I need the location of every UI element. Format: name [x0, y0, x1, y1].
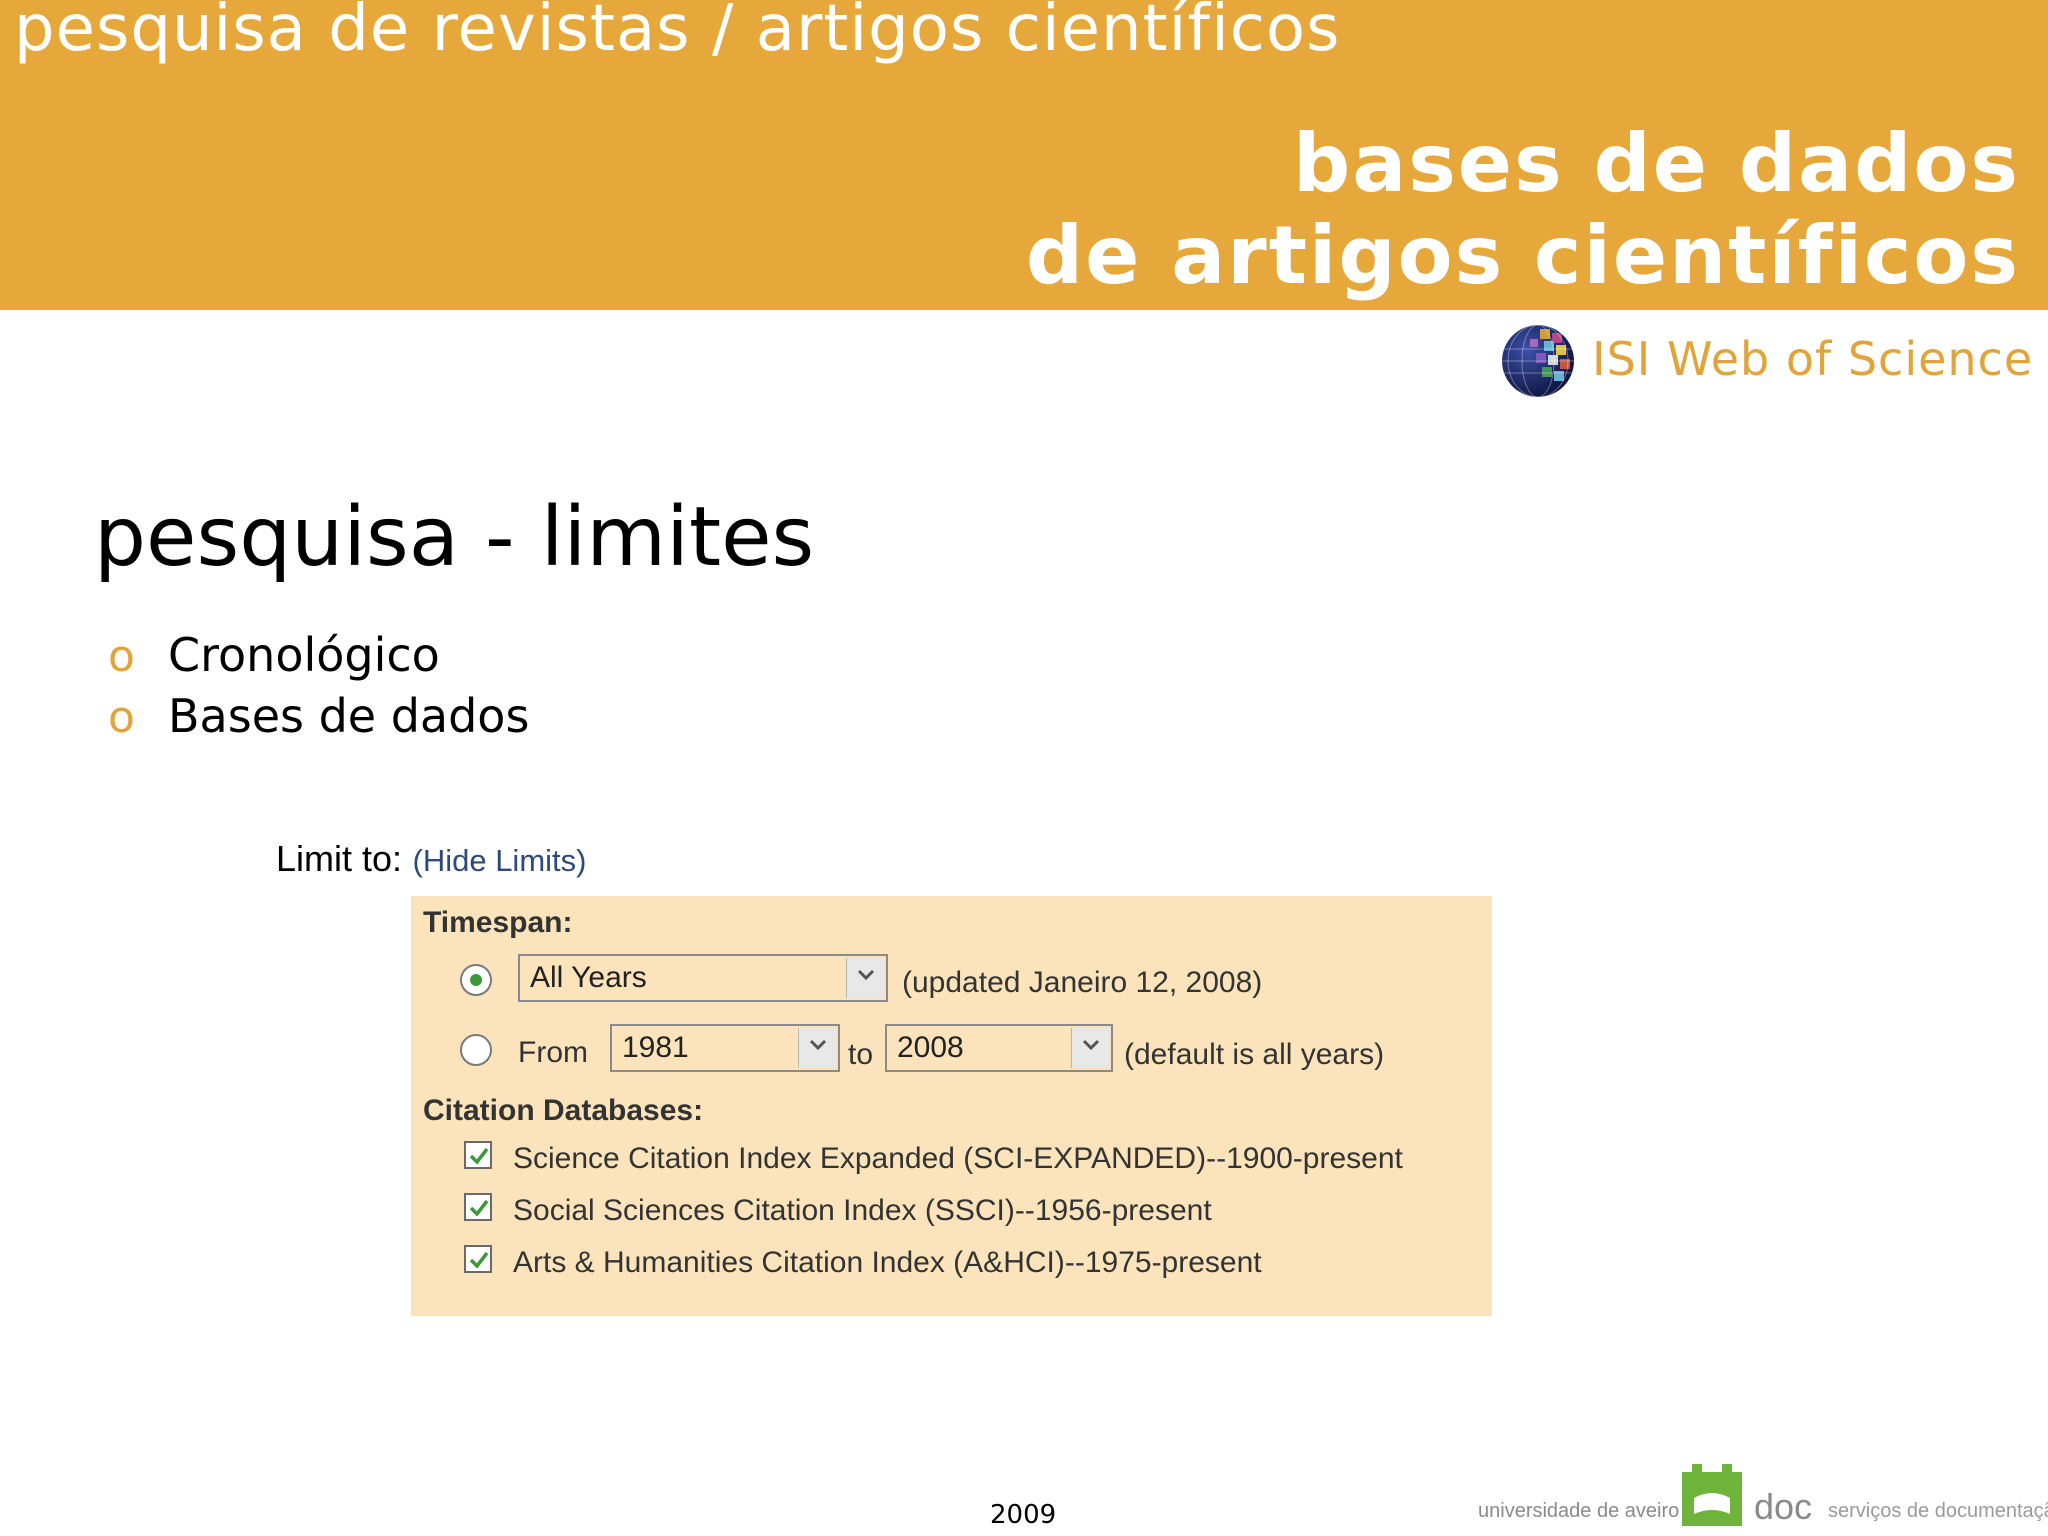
bullet-text: Bases de dados — [168, 689, 530, 743]
default-note: (default is all years) — [1124, 1038, 1385, 1071]
isi-brand-name: ISI Web of Science — [1592, 332, 2034, 386]
limit-to-label: Limit to: — [276, 838, 403, 879]
chevron-down-icon — [1071, 1028, 1109, 1068]
to-year-select[interactable]: 2008 — [885, 1024, 1113, 1072]
list-item: o Cronológico — [108, 628, 529, 689]
footer-year: 2009 — [990, 1500, 1057, 1530]
sci-expanded-checkbox[interactable] — [464, 1141, 492, 1169]
header-band: pesquisa de revistas / artigos científic… — [0, 0, 2048, 310]
year-range-radio[interactable] — [460, 1034, 492, 1066]
updated-note: (updated Janeiro 12, 2008) — [902, 966, 1263, 999]
footer-university: universidade de aveiro — [1478, 1500, 1680, 1522]
footer-doc: doc — [1754, 1486, 1813, 1527]
header-main-line2: de artigos científicos — [1025, 209, 2020, 302]
hide-limits-link[interactable]: (Hide Limits) — [413, 843, 587, 878]
to-label: to — [848, 1038, 874, 1071]
to-year-value: 2008 — [897, 1031, 964, 1064]
ahci-label: Arts & Humanities Citation Index (A&HCI)… — [513, 1246, 1262, 1279]
bullet-mark: o — [108, 692, 135, 743]
list-item: o Bases de dados — [108, 689, 529, 750]
sci-expanded-label: Science Citation Index Expanded (SCI-EXP… — [513, 1142, 1403, 1175]
header-main-line1: bases de dados — [1292, 117, 2020, 210]
header-top-title: pesquisa de revistas / artigos científic… — [14, 0, 1341, 66]
radio-selected-dot — [470, 974, 482, 986]
all-years-value: All Years — [530, 961, 647, 994]
chevron-down-icon — [846, 958, 884, 998]
globe-grid-icon — [1500, 323, 1576, 399]
header-main-title: bases de dados de artigos científicos — [1026, 118, 2020, 302]
all-years-radio[interactable] — [460, 964, 492, 996]
timespan-heading: Timespan: — [423, 906, 573, 939]
from-label: From — [518, 1036, 588, 1069]
bullet-text: Cronológico — [168, 628, 440, 682]
footer-services: serviços de documentação — [1828, 1500, 2048, 1522]
ahci-checkbox[interactable] — [464, 1245, 492, 1273]
all-years-select[interactable]: All Years — [518, 954, 888, 1002]
limit-to-row: Limit to: (Hide Limits) — [276, 838, 586, 880]
ssci-label: Social Sciences Citation Index (SSCI)--1… — [513, 1194, 1212, 1227]
section-title: pesquisa - limites — [94, 490, 815, 585]
from-year-select[interactable]: 1981 — [610, 1024, 840, 1072]
citation-databases-heading: Citation Databases: — [423, 1094, 704, 1127]
from-year-value: 1981 — [622, 1031, 689, 1064]
bullet-mark: o — [108, 631, 135, 682]
bullet-list: o Cronológico o Bases de dados — [108, 628, 529, 750]
university-logo-icon — [1682, 1464, 1742, 1526]
ssci-checkbox[interactable] — [464, 1193, 492, 1221]
chevron-down-icon — [798, 1028, 836, 1068]
limits-panel: Timespan: All Years (updated Janeiro 12,… — [411, 896, 1492, 1316]
